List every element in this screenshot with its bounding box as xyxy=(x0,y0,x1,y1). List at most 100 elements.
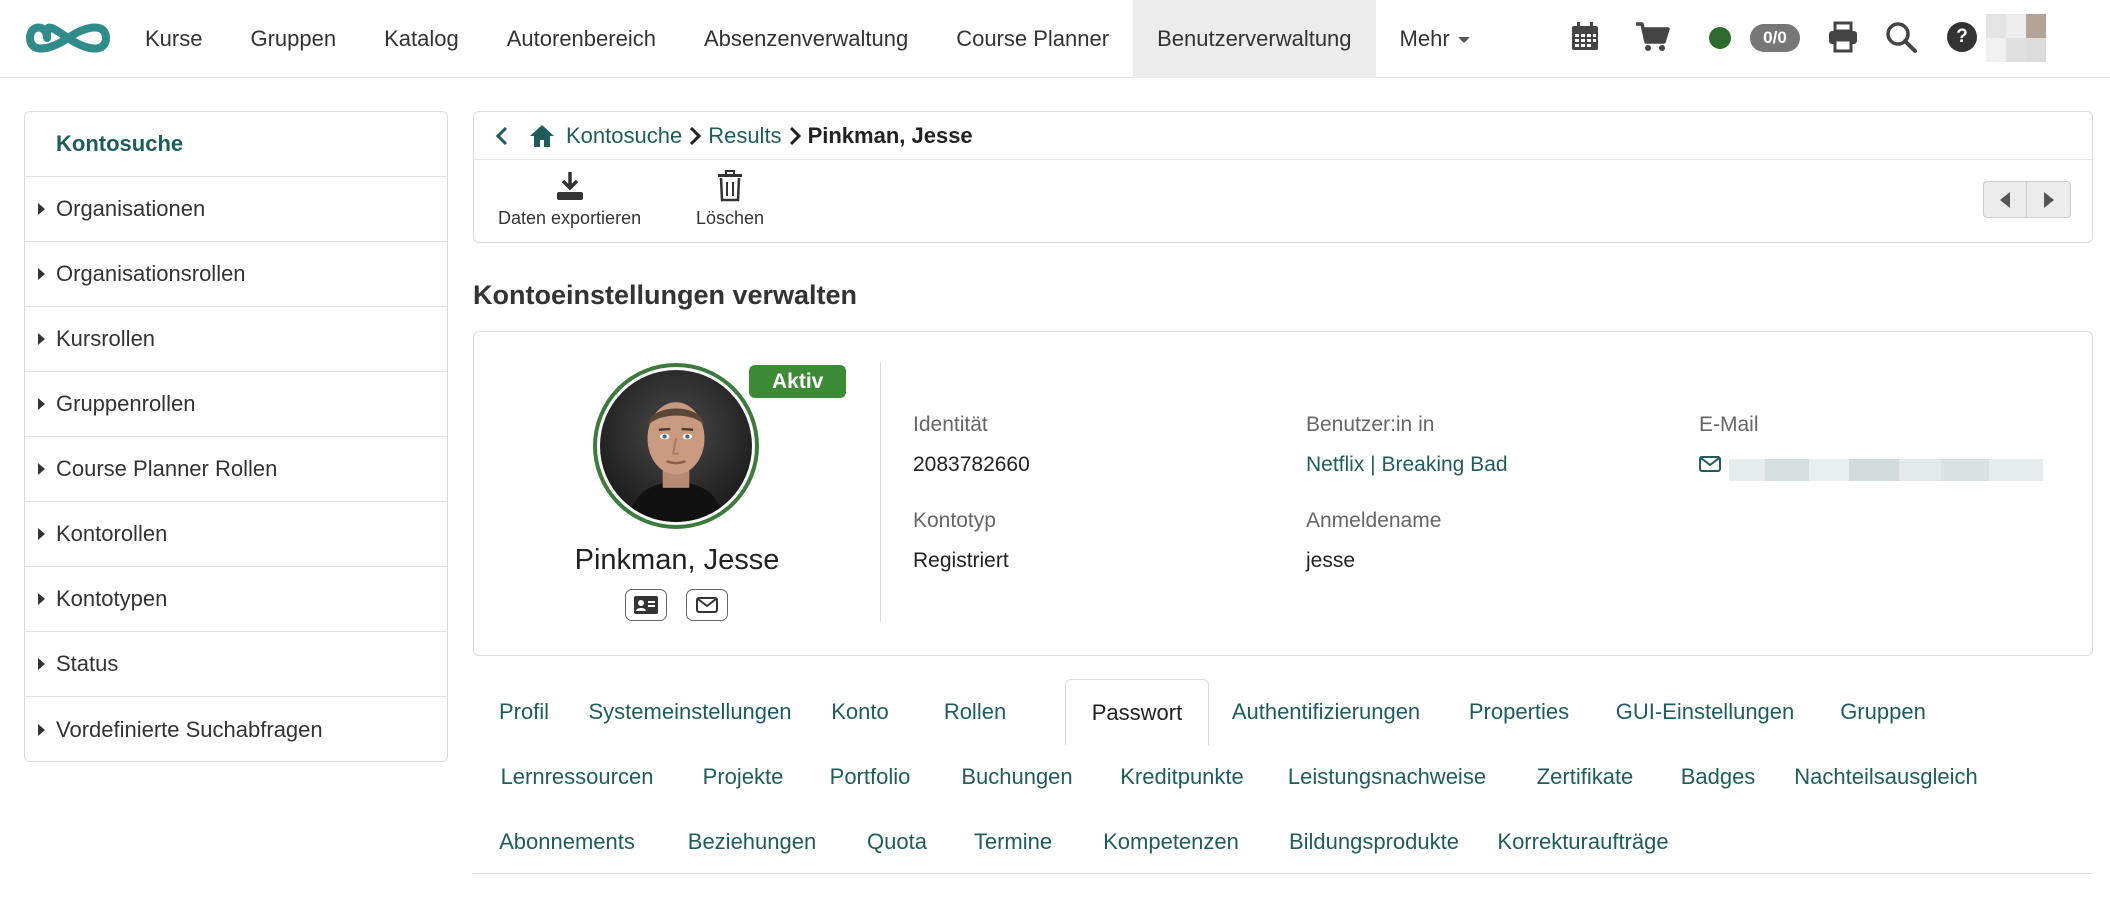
search-icon[interactable] xyxy=(1884,20,1918,54)
tab-row: Lernressourcen Projekte Portfolio Buchun… xyxy=(473,744,2093,809)
sidebar-item-label: Kursrollen xyxy=(56,326,156,351)
caret-right-icon xyxy=(38,593,45,605)
sidebar-item-gruppenrollen[interactable]: Gruppenrollen xyxy=(25,372,447,437)
infinity-logo-icon[interactable] xyxy=(26,13,110,63)
tab-profil[interactable]: Profil xyxy=(473,679,575,744)
nav-item-absenzenverwaltung[interactable]: Absenzenverwaltung xyxy=(680,0,932,78)
online-status-icon[interactable] xyxy=(1709,27,1731,49)
previous-record-button[interactable] xyxy=(1984,182,2028,217)
tab-leistungsnachweise[interactable]: Leistungsnachweise xyxy=(1265,744,1509,809)
nav-item-benutzerverwaltung[interactable]: Benutzerverwaltung xyxy=(1133,0,1376,78)
sidebar-search-menu: Kontosuche Organisationen Organisationsr… xyxy=(24,111,448,762)
sidebar-item-label: Kontotypen xyxy=(56,586,168,611)
tab-konto[interactable]: Konto xyxy=(805,679,915,744)
sidebar-item-course-planner-rollen[interactable]: Course Planner Rollen xyxy=(25,437,447,502)
send-mail-button[interactable] xyxy=(686,589,728,621)
sidebar-item-status[interactable]: Status xyxy=(25,632,447,697)
user-avatar-menu[interactable] xyxy=(1986,14,2046,62)
tab-abonnements[interactable]: Abonnements xyxy=(473,809,661,874)
sidebar-item-label: Course Planner Rollen xyxy=(56,456,278,481)
tab-row: Abonnements Beziehungen Quota Termine Ko… xyxy=(473,809,2093,874)
nav-item-course-planner[interactable]: Course Planner xyxy=(932,0,1133,78)
breadcrumb-kontosuche[interactable]: Kontosuche xyxy=(566,123,682,149)
nav-item-katalog[interactable]: Katalog xyxy=(360,0,483,78)
sidebar-item-label: Vordefinierte Suchabfragen xyxy=(56,716,323,742)
tab-buchungen[interactable]: Buchungen xyxy=(935,744,1099,809)
login-name-label: Anmeldename xyxy=(1306,509,1442,532)
tab-rollen[interactable]: Rollen xyxy=(915,679,1035,744)
tab-kompetenzen[interactable]: Kompetenzen xyxy=(1075,809,1267,874)
calendar-icon[interactable] xyxy=(1568,20,1602,54)
sidebar-item-label: Organisationen xyxy=(56,196,206,221)
sidebar-item-organisationsrollen[interactable]: Organisationsrollen xyxy=(25,242,447,307)
nav-item-gruppen[interactable]: Gruppen xyxy=(226,0,360,78)
tab-properties[interactable]: Properties xyxy=(1443,679,1595,744)
home-icon[interactable] xyxy=(528,123,556,149)
sidebar-item-label: Kontorollen xyxy=(56,521,168,546)
sidebar-item-kontosuche[interactable]: Kontosuche xyxy=(25,112,447,177)
delete-label: Löschen xyxy=(696,208,765,228)
sidebar-item-kontotypen[interactable]: Kontotypen xyxy=(25,567,447,632)
trash-icon xyxy=(718,170,743,202)
account-type-value: Registriert xyxy=(913,549,1009,572)
account-type-label: Kontotyp xyxy=(913,509,996,532)
tab-passwort[interactable]: Passwort xyxy=(1065,679,1209,745)
back-chevron-icon[interactable] xyxy=(482,125,522,147)
card-divider xyxy=(880,362,881,622)
tab-portfolio[interactable]: Portfolio xyxy=(805,744,935,809)
sidebar-item-kontorollen[interactable]: Kontorollen xyxy=(25,502,447,567)
id-card-icon xyxy=(634,596,658,614)
breadcrumb: Kontosuche Results Pinkman, Jesse xyxy=(474,112,2092,160)
tab-beziehungen[interactable]: Beziehungen xyxy=(661,809,843,874)
tab-korrekturauftraege[interactable]: Korrekturaufträge xyxy=(1481,809,1685,874)
nav-item-autorenbereich[interactable]: Autorenbereich xyxy=(483,0,680,78)
account-tabs: Profil Systemeinstellungen Konto Rollen … xyxy=(473,679,2093,874)
tab-zertifikate[interactable]: Zertifikate xyxy=(1509,744,1661,809)
vcard-button[interactable] xyxy=(625,589,667,621)
tab-projekte[interactable]: Projekte xyxy=(681,744,805,809)
help-icon[interactable]: ? xyxy=(1947,22,1977,52)
breadcrumb-current: Pinkman, Jesse xyxy=(807,122,973,148)
tab-quota[interactable]: Quota xyxy=(843,809,951,874)
tab-kreditpunkte[interactable]: Kreditpunkte xyxy=(1099,744,1265,809)
sidebar-item-organisationen[interactable]: Organisationen xyxy=(25,177,447,242)
tab-authentifizierungen[interactable]: Authentifizierungen xyxy=(1209,679,1443,744)
tab-nachteilsausgleich[interactable]: Nachteilsausgleich xyxy=(1775,744,1997,809)
tab-termine[interactable]: Termine xyxy=(951,809,1075,874)
next-record-button[interactable] xyxy=(2027,182,2070,217)
tab-systemeinstellungen[interactable]: Systemeinstellungen xyxy=(575,679,805,744)
triangle-right-icon xyxy=(2043,191,2054,208)
chat-count-badge[interactable]: 0/0 xyxy=(1750,24,1800,52)
tab-gruppen[interactable]: Gruppen xyxy=(1815,679,1951,744)
delete-button[interactable]: Löschen xyxy=(696,170,764,229)
nav-item-mehr[interactable]: Mehr xyxy=(1376,0,1494,78)
tab-bildungsprodukte[interactable]: Bildungsprodukte xyxy=(1267,809,1481,874)
shopping-cart-icon[interactable] xyxy=(1634,20,1672,54)
sidebar-item-vordefinierte-suchabfragen[interactable]: Vordefinierte Suchabfragen xyxy=(25,697,447,761)
print-icon[interactable] xyxy=(1826,20,1860,54)
chevron-right-icon xyxy=(788,125,802,147)
caret-down-icon xyxy=(1457,37,1470,43)
sidebar-item-kursrollen[interactable]: Kursrollen xyxy=(25,307,447,372)
email-label: E-Mail xyxy=(1699,413,1759,436)
triangle-left-icon xyxy=(2000,191,2010,208)
profile-photo xyxy=(593,363,759,529)
tab-row: Profil Systemeinstellungen Konto Rollen … xyxy=(473,679,2093,745)
tab-lernressourcen[interactable]: Lernressourcen xyxy=(473,744,681,809)
nav-item-kurse[interactable]: Kurse xyxy=(121,0,226,78)
caret-right-icon xyxy=(38,463,45,475)
user-portrait-image xyxy=(600,370,752,522)
organisation-link[interactable]: Netflix | Breaking Bad xyxy=(1306,453,1508,477)
sidebar-item-label: Organisationsrollen xyxy=(56,261,246,286)
breadcrumb-results[interactable]: Results xyxy=(708,123,781,149)
email-value-redacted[interactable] xyxy=(1729,459,2043,481)
profile-name: Pinkman, Jesse xyxy=(574,544,780,576)
tab-gui-einstellungen[interactable]: GUI-Einstellungen xyxy=(1595,679,1815,744)
identity-value: 2083782660 xyxy=(913,453,1030,476)
tab-badges[interactable]: Badges xyxy=(1661,744,1775,809)
export-data-button[interactable]: Daten exportieren xyxy=(498,170,641,229)
download-icon xyxy=(556,172,583,200)
caret-right-icon xyxy=(38,203,45,215)
envelope-icon xyxy=(1699,456,1721,472)
page-title: Kontoeinstellungen verwalten xyxy=(473,280,858,310)
